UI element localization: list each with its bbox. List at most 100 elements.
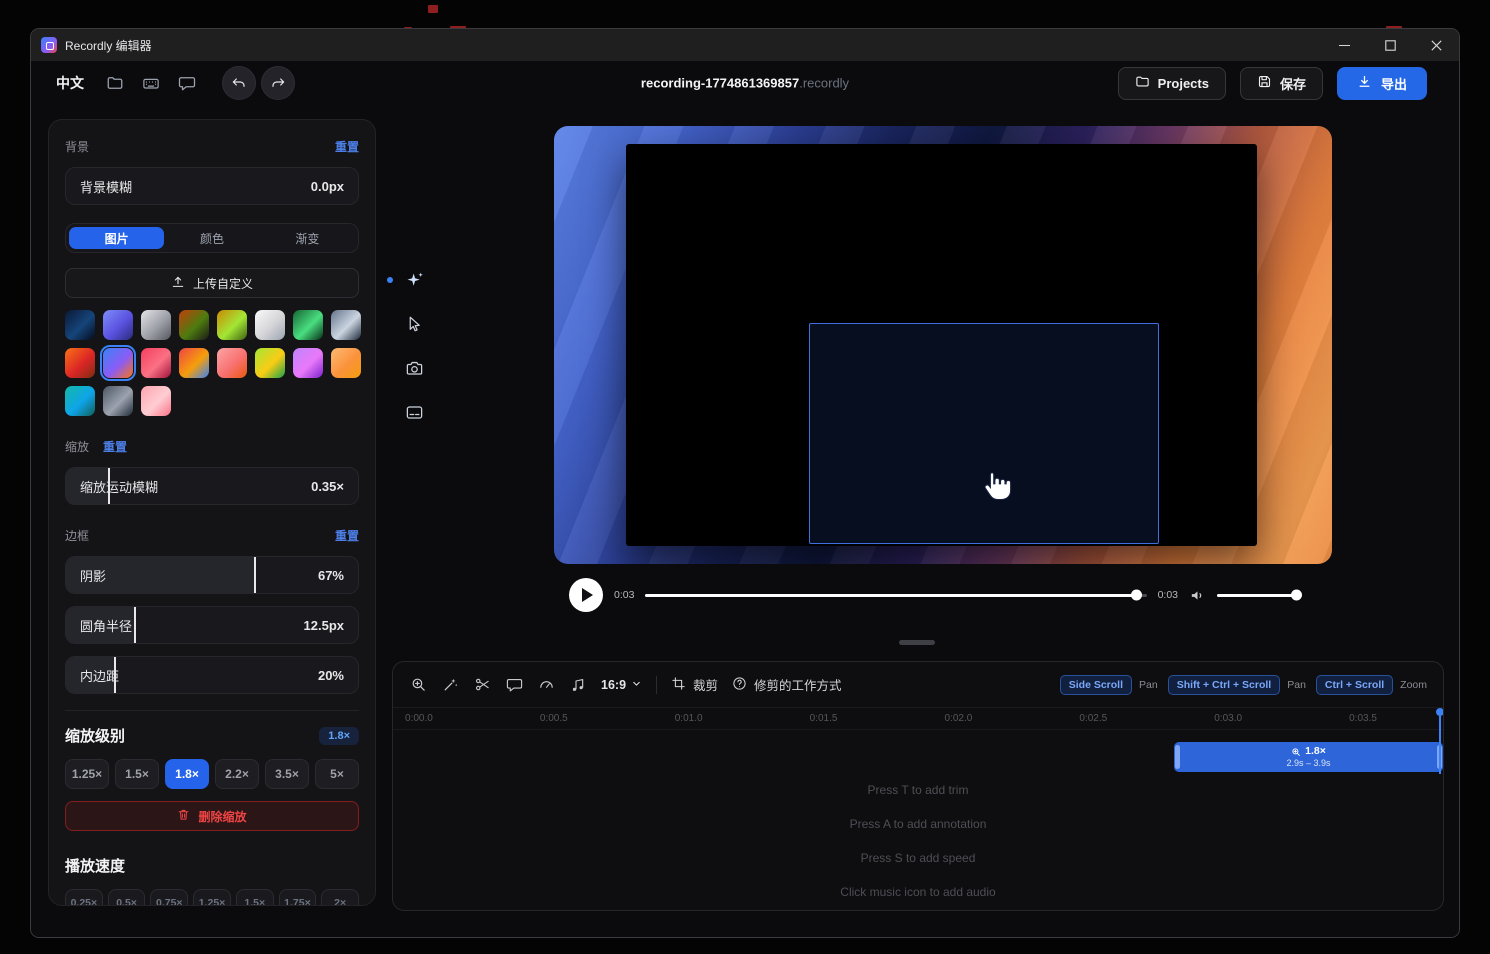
background-thumbnail[interactable] xyxy=(179,310,209,340)
toolbar-divider xyxy=(656,676,657,694)
background-thumbnail[interactable] xyxy=(65,310,95,340)
music-icon[interactable] xyxy=(569,676,587,694)
timeline-messages: Press T to add trimPress A to add annota… xyxy=(393,782,1443,900)
background-thumbnail[interactable] xyxy=(293,310,323,340)
speed-option[interactable]: 1.5× xyxy=(236,889,274,906)
minimize-button[interactable] xyxy=(1321,29,1367,61)
caption-tool[interactable] xyxy=(403,401,425,423)
speed-option[interactable]: 0.5× xyxy=(108,889,146,906)
zoom-level-option[interactable]: 1.8× xyxy=(165,759,209,789)
seek-bar[interactable] xyxy=(645,594,1146,597)
download-icon xyxy=(1357,74,1372,92)
zoom-level-option[interactable]: 2.2× xyxy=(215,759,259,789)
border-slider[interactable]: 阴影67% xyxy=(65,556,359,594)
slider-value: 20% xyxy=(318,668,344,683)
open-folder-icon[interactable] xyxy=(106,74,124,92)
speed-option[interactable]: 1.25× xyxy=(193,889,231,906)
scissors-icon[interactable] xyxy=(473,676,491,694)
background-thumbnail[interactable] xyxy=(293,348,323,378)
redo-button[interactable] xyxy=(261,66,295,100)
play-button[interactable] xyxy=(569,578,603,612)
volume-icon[interactable] xyxy=(1189,587,1206,604)
camera-tool[interactable] xyxy=(403,357,425,379)
background-thumbnail[interactable] xyxy=(255,310,285,340)
timeline-ruler[interactable]: 0:00.00:00.50:01.00:01.50:02.00:02.50:03… xyxy=(393,708,1443,730)
background-thumbnail[interactable] xyxy=(179,348,209,378)
border-reset-link[interactable]: 重置 xyxy=(335,527,359,544)
background-thumbnail[interactable] xyxy=(255,348,285,378)
playback-controls: 0:03 0:03 xyxy=(569,578,1297,612)
background-tab[interactable]: 渐变 xyxy=(260,227,355,249)
magnifier-icon xyxy=(1291,747,1301,757)
help-button[interactable]: 修剪的工作方式 xyxy=(732,675,842,694)
delete-zoom-button[interactable]: 删除缩放 xyxy=(65,801,359,831)
background-thumbnail[interactable] xyxy=(65,386,95,416)
current-time: 0:03 xyxy=(614,589,634,601)
auto-zoom-icon[interactable] xyxy=(441,676,459,694)
background-thumbnail[interactable] xyxy=(103,348,133,378)
feedback-icon[interactable] xyxy=(178,74,196,92)
zoom-in-icon[interactable] xyxy=(409,676,427,694)
zoom-level-option[interactable]: 1.5× xyxy=(115,759,159,789)
volume-slider[interactable] xyxy=(1217,594,1297,597)
close-button[interactable] xyxy=(1413,29,1459,61)
speed-option[interactable]: 2× xyxy=(321,889,359,906)
border-slider[interactable]: 圆角半径12.5px xyxy=(65,606,359,644)
background-thumbnail[interactable] xyxy=(103,386,133,416)
upload-custom-button[interactable]: 上传自定义 xyxy=(65,268,359,298)
background-reset-link[interactable]: 重置 xyxy=(335,138,359,155)
border-slider[interactable]: 内边距20% xyxy=(65,656,359,694)
video-preview[interactable] xyxy=(554,126,1332,564)
auto-zoom-tool[interactable] xyxy=(403,269,425,291)
background-thumbnail[interactable] xyxy=(217,310,247,340)
crop-button[interactable]: 裁剪 xyxy=(671,675,718,694)
shortcut-keys: Side Scroll xyxy=(1060,675,1132,695)
speed-option[interactable]: 0.25× xyxy=(65,889,103,906)
background-thumbnail[interactable] xyxy=(331,348,361,378)
zoom-level-option[interactable]: 3.5× xyxy=(265,759,309,789)
zoom-selection-rect[interactable] xyxy=(809,323,1159,544)
playhead-line[interactable] xyxy=(1439,716,1441,774)
background-thumbnail[interactable] xyxy=(141,386,171,416)
zoom-level-option[interactable]: 5× xyxy=(315,759,359,789)
save-button[interactable]: 保存 xyxy=(1240,67,1323,100)
aspect-ratio-select[interactable]: 16:9 xyxy=(601,678,642,692)
language-button[interactable]: 中文 xyxy=(56,73,84,93)
file-extension: .recordly xyxy=(799,76,849,91)
background-thumbnail[interactable] xyxy=(141,310,171,340)
export-label: 导出 xyxy=(1381,74,1407,93)
zoom-level-option[interactable]: 1.25× xyxy=(65,759,109,789)
projects-button[interactable]: Projects xyxy=(1118,67,1226,100)
background-thumbnail[interactable] xyxy=(141,348,171,378)
export-button[interactable]: 导出 xyxy=(1337,67,1427,100)
speed-option[interactable]: 0.75× xyxy=(150,889,188,906)
speed-option[interactable]: 1.75× xyxy=(279,889,317,906)
keyboard-icon[interactable] xyxy=(142,74,160,92)
shortcut-keys: Shift + Ctrl + Scroll xyxy=(1168,675,1281,695)
settings-sidebar: 背景 重置 背景模糊 0.0px 图片颜色渐变 上传自定义 缩放 重置 xyxy=(48,119,376,906)
panel-drag-handle[interactable] xyxy=(899,640,935,645)
background-thumbnail[interactable] xyxy=(65,348,95,378)
zoom-reset-link[interactable]: 重置 xyxy=(103,438,127,455)
background-tab[interactable]: 颜色 xyxy=(164,227,259,249)
hand-cursor-icon xyxy=(978,468,1014,504)
background-thumbnail[interactable] xyxy=(103,310,133,340)
undo-button[interactable] xyxy=(222,66,256,100)
help-label: 修剪的工作方式 xyxy=(754,675,842,694)
background-thumbnail[interactable] xyxy=(217,348,247,378)
play-icon xyxy=(582,588,593,602)
annotation-icon[interactable] xyxy=(505,676,523,694)
toolbar-actions: Projects 保存 导出 xyxy=(1118,67,1427,100)
background-thumbnail[interactable] xyxy=(331,310,361,340)
zoom-segment[interactable]: 1.8× 2.9s – 3.9s xyxy=(1174,742,1443,772)
background-blur-slider[interactable]: 背景模糊 0.0px xyxy=(65,167,359,205)
editor-content: 中文 recording-1774861369857.recordly Proj… xyxy=(31,61,1459,937)
background-tab[interactable]: 图片 xyxy=(69,227,164,249)
speed-icon[interactable] xyxy=(537,676,555,694)
timeline-track-area[interactable]: Press T to add trimPress A to add annota… xyxy=(393,730,1443,910)
zoom-motion-blur-slider[interactable]: 缩放运动模糊 0.35× xyxy=(65,467,359,505)
playhead-dot[interactable] xyxy=(1436,708,1444,716)
cursor-tool[interactable] xyxy=(403,313,425,335)
maximize-button[interactable] xyxy=(1367,29,1413,61)
timeline-toolbar: 16:9 裁剪 修剪的工作方式 Side ScrollPanShift + Ct… xyxy=(393,662,1443,708)
